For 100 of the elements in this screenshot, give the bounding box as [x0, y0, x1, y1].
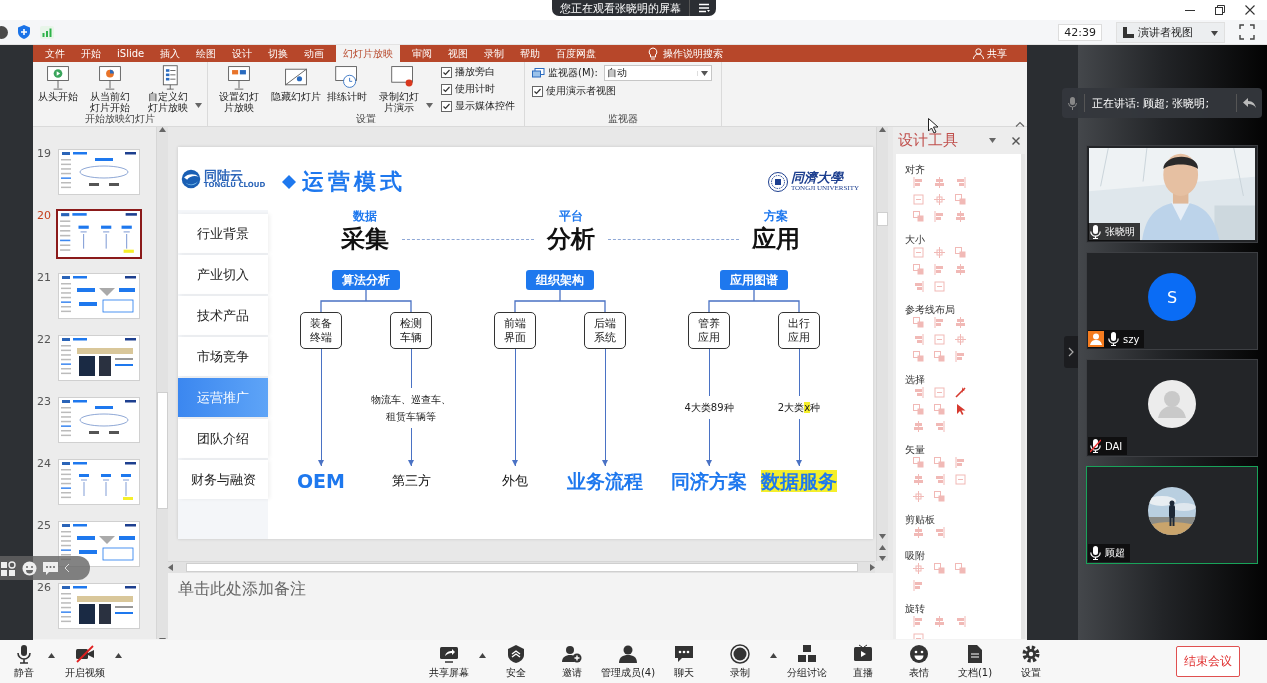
collapse-ribbon-button[interactable]	[1015, 121, 1025, 127]
fullscreen-button[interactable]	[1239, 24, 1255, 40]
ribbon-tab[interactable]: 设计	[224, 45, 261, 62]
tool-icon[interactable]	[955, 404, 966, 415]
menu-caret[interactable]	[770, 653, 777, 658]
ribbon-button[interactable]: 设置幻灯片放映	[211, 64, 267, 113]
toolbar-button[interactable]: 录制	[712, 643, 768, 680]
tell-me-search[interactable]: 操作说明搜索	[648, 45, 724, 62]
ribbon-button[interactable]: 从头开始	[36, 64, 80, 102]
participant-name: DAI	[1105, 440, 1123, 452]
ribbon-button[interactable]: 从当前幻灯片开始	[82, 64, 138, 113]
node-box: 装备终端	[300, 312, 342, 349]
toolbar-button[interactable]: 表情	[891, 643, 947, 680]
apps-icon[interactable]	[1, 560, 16, 576]
breakout-icon	[797, 643, 817, 664]
toolbar-button[interactable]: 安全	[488, 643, 544, 680]
logo-text: 同陆云	[203, 168, 243, 182]
ribbon-tab[interactable]: 开始	[73, 45, 109, 62]
reply-icon[interactable]	[1243, 97, 1256, 109]
expand-panel-button[interactable]	[1068, 347, 1074, 357]
speaker-names: 正在讲话: 顾超; 张晓明;	[1092, 95, 1210, 111]
diamond-icon	[282, 175, 296, 189]
group-label: 设置	[355, 113, 377, 126]
column-heading: 采集	[341, 224, 389, 254]
collapse-icon[interactable]	[64, 563, 70, 573]
toolbar-button[interactable]: 静音	[2, 643, 46, 680]
toolbar-button[interactable]: 文档(1)	[947, 643, 1003, 680]
ribbon-tab[interactable]: 审阅	[404, 45, 441, 62]
horizontal-scrollbar[interactable]	[168, 561, 875, 573]
section-heading: 选择	[905, 373, 926, 387]
notes-field[interactable]: 单击此处添加备注	[168, 573, 893, 639]
ribbon-tab[interactable]: 帮助	[512, 45, 549, 62]
ribbon-tab[interactable]: 动画	[296, 45, 333, 62]
person-icon	[973, 48, 984, 59]
scrollbar-thumb[interactable]	[185, 563, 858, 572]
pane-title: 设计工具	[898, 131, 958, 150]
end-meeting-button[interactable]: 结束会议	[1176, 646, 1240, 677]
toolbar-button[interactable]: 邀请	[544, 643, 600, 680]
menu-caret[interactable]	[115, 653, 122, 658]
ribbon-tab[interactable]: 百度网盘	[548, 45, 605, 62]
node-box: 出行应用	[778, 312, 820, 349]
group-label: 开始放映幻灯片	[84, 113, 155, 126]
checkbox[interactable]: 使用演示者视图	[532, 84, 712, 98]
section-heading: 大小	[905, 233, 926, 247]
column-caption: 数据	[353, 208, 377, 224]
menu-caret[interactable]	[479, 653, 486, 658]
slideshow-icon	[44, 64, 72, 90]
emblem-icon	[767, 172, 788, 192]
ribbon-tab[interactable]: 插入	[152, 45, 189, 62]
close-button[interactable]	[1245, 5, 1255, 15]
ribbon-button[interactable]: 录制幻灯片演示	[371, 64, 435, 113]
vertical-scrollbar[interactable]	[156, 127, 168, 639]
ribbon-button[interactable]: 自定义幻灯片放映	[140, 64, 204, 113]
shield-icon[interactable]	[18, 25, 30, 39]
participant-name: 顾超	[1105, 546, 1125, 560]
toolbar-button[interactable]: 共享屏幕	[421, 643, 477, 680]
toolbar-button[interactable]: 聊天	[656, 643, 712, 680]
slide-thumbnail[interactable]	[56, 209, 142, 259]
checkbox[interactable]: 使用计时	[441, 82, 515, 96]
emoji-icon	[909, 643, 929, 664]
emoji-icon[interactable]	[22, 560, 37, 576]
checkbox[interactable]: 播放旁白	[441, 65, 515, 79]
toolbar-button[interactable]: 设置	[1003, 643, 1059, 680]
document-icon	[965, 643, 985, 664]
tool-icon[interactable]	[955, 387, 966, 398]
ribbon-tab[interactable]: iSlide	[109, 45, 153, 62]
checkbox[interactable]: 显示媒体控件	[441, 99, 515, 113]
chat-icon[interactable]	[43, 561, 58, 575]
slide-number: 19	[37, 147, 52, 160]
toolbar-button[interactable]: 管理成员(4)	[600, 643, 656, 680]
menu-caret[interactable]	[48, 653, 55, 658]
toolbar-button[interactable]: 直播	[835, 643, 891, 680]
check-icon	[441, 100, 452, 112]
view-mode-button[interactable]: 演讲者视图	[1116, 21, 1225, 43]
menu-icon[interactable]	[698, 3, 710, 13]
partner-name: 同濟大學	[790, 171, 845, 186]
close-icon[interactable]	[1012, 136, 1020, 145]
ribbon-tab[interactable]: 幻灯片放映	[336, 45, 401, 62]
monitor-dropdown[interactable]: 自动	[603, 65, 712, 81]
vertical-scrollbar[interactable]	[876, 127, 888, 561]
column-caption: 方案	[764, 208, 788, 224]
section-heading: 旋转	[905, 602, 926, 616]
restore-button[interactable]	[1215, 5, 1225, 15]
share-button[interactable]: 共享	[967, 45, 1013, 62]
ribbon-tab[interactable]: 视图	[440, 45, 477, 62]
layout-icon	[1123, 26, 1134, 38]
signal-icon	[40, 25, 54, 39]
lightbulb-icon	[648, 47, 659, 60]
ribbon-tab[interactable]: 绘图	[188, 45, 225, 62]
caret-icon	[989, 138, 996, 143]
ribbon-tab[interactable]: 录制	[476, 45, 513, 62]
scrollbar-thumb[interactable]	[157, 391, 168, 509]
ribbon-button[interactable]: 隐藏幻灯片	[269, 64, 323, 102]
ribbon-button[interactable]: 排练计时	[325, 64, 369, 102]
caret-icon	[879, 127, 886, 132]
scrollbar-thumb[interactable]	[877, 212, 888, 226]
toolbar-button[interactable]: 分组讨论	[779, 643, 835, 680]
ribbon-tab[interactable]: 切换	[260, 45, 297, 62]
toolbar-button[interactable]: 开启视频	[57, 643, 113, 680]
ribbon-tab[interactable]: 文件	[37, 45, 73, 62]
